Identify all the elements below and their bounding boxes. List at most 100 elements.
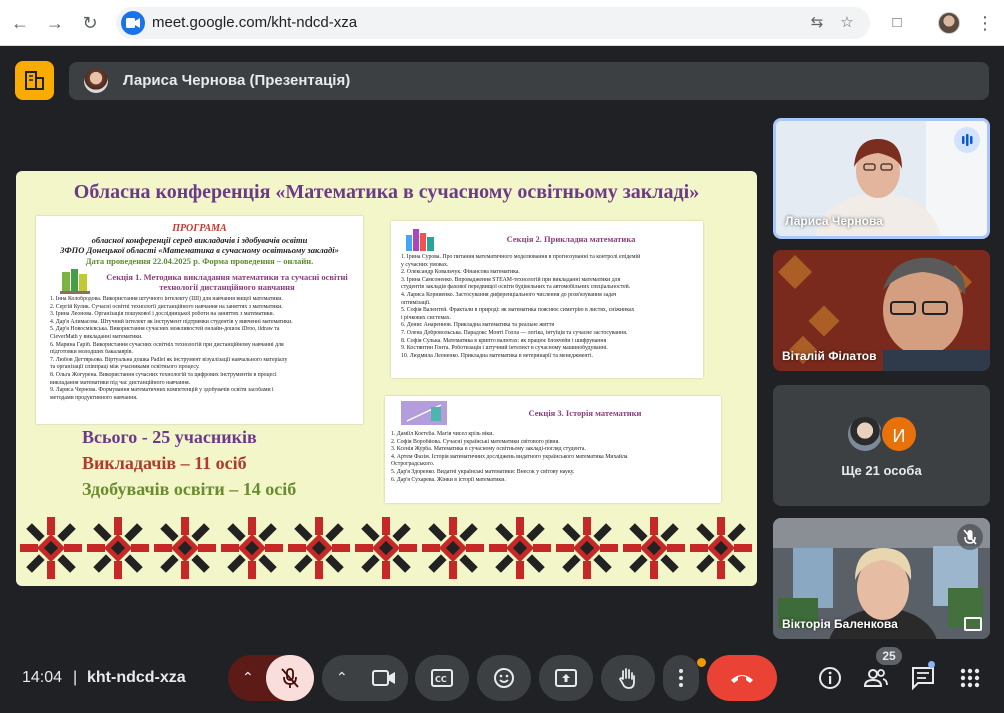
program-date: Дата проведення 22.04.2025 р. Форма пров… — [85, 256, 314, 266]
people-icon[interactable] — [863, 665, 889, 691]
more-vert-icon — [679, 669, 683, 687]
program-item: 1. Інна Колобродова. Використання штучно… — [50, 296, 283, 302]
call-end-icon — [731, 675, 753, 683]
profile-avatar[interactable] — [938, 12, 960, 34]
meet-site-icon[interactable] — [121, 11, 145, 35]
program-item: оптимізації. — [401, 299, 431, 306]
pip-icon[interactable] — [964, 617, 982, 631]
chevron-up-icon[interactable]: ⌃ — [336, 669, 348, 686]
presenter-label: Лариса Чернова (Презентація) — [123, 72, 351, 89]
program-line-2: ЗФПО Донецької області «Математика в суч… — [60, 245, 339, 255]
program-item: 3. Ірина Леонова. Організація пошукової … — [50, 311, 275, 318]
raise-hand-button[interactable] — [601, 655, 655, 701]
program-item: 5. Софія Валентей. Фрактали в природі: я… — [401, 307, 635, 314]
presenter-avatar — [84, 69, 108, 93]
captions-button[interactable]: CC — [415, 655, 469, 701]
clock-time: 14:04 — [22, 669, 63, 686]
embroidery-ornament — [221, 517, 283, 579]
audio-options-button[interactable]: ⌃ — [228, 655, 314, 701]
camera-toggle-button[interactable] — [360, 655, 408, 701]
program-item: 6. Дар'я Сухарева. Жінки в історії матем… — [391, 476, 506, 483]
chevron-up-icon[interactable]: ⌃ — [242, 669, 254, 686]
program-item: 1. Ірина Сурова. Про питання математично… — [401, 254, 641, 260]
embroidery-ornament — [20, 517, 82, 579]
program-item: та організації співпраці між учасниками … — [50, 364, 200, 371]
extensions-icon[interactable]: □ — [888, 14, 906, 32]
participant-tile-speaker[interactable]: Лариса Чернова — [773, 118, 990, 239]
participant-avatar — [846, 415, 884, 453]
program-item: 5. Дар'я Здоренко. Видатні українські ма… — [391, 468, 575, 475]
address-bar[interactable]: meet.google.com/kht-ndcd-xza ⇆ ☆ — [116, 7, 870, 39]
section3-title: Секція 3. Історія математики — [528, 408, 642, 418]
forward-arrow-icon[interactable]: → — [44, 12, 66, 34]
program-heading: ПРОГРАМА — [172, 223, 227, 234]
program-item: викладання математики під час дистанційн… — [50, 379, 191, 386]
mic-off-icon — [281, 668, 299, 688]
embroidery-ornament — [690, 517, 752, 579]
reload-icon[interactable]: ↻ — [79, 12, 101, 34]
shared-presentation-slide: Обласна конференція «Математика в сучасн… — [16, 171, 757, 586]
leave-call-button[interactable] — [707, 655, 777, 701]
building-icon — [25, 71, 44, 90]
section2-card: Секція 2. Прикладна математика 1. Ірина … — [391, 221, 703, 378]
slide-title: Обласна конференція «Математика в сучасн… — [73, 181, 700, 203]
program-item: і річкових системах. — [401, 314, 451, 321]
present-to-all-icon — [555, 669, 577, 687]
section3-list: 1. Даміїл Коєтєба. Магія чисел крізь вік… — [391, 431, 717, 484]
program-item: 4. Артем Фазім. Історія математичних дос… — [391, 453, 628, 460]
lab-tools-icon — [406, 229, 434, 251]
meeting-info-icon[interactable] — [817, 665, 843, 691]
program-item: студентів закладів фахової передвищої ос… — [401, 284, 631, 291]
chat-unread-dot — [928, 661, 935, 668]
geometry-board-icon — [401, 401, 447, 425]
participant-tile[interactable]: Віталій Філатов — [773, 250, 990, 371]
back-arrow-icon[interactable]: ← — [9, 12, 31, 34]
present-screen-button[interactable] — [539, 655, 593, 701]
chat-icon[interactable] — [910, 665, 936, 691]
participant-name: Віталій Філатов — [782, 349, 877, 363]
reactions-button[interactable] — [477, 655, 531, 701]
bookmark-star-icon[interactable]: ☆ — [838, 14, 856, 32]
embroidery-ornament — [489, 517, 551, 579]
more-participants-label: Ще 21 особа — [841, 463, 922, 478]
meet-window: ← → ↻ meet.google.com/kht-ndcd-xza ⇆ ☆ □… — [0, 0, 1004, 713]
embroidery-ornament — [154, 517, 216, 579]
notification-dot — [697, 658, 706, 667]
participant-tile[interactable]: Вікторія Баленкова — [773, 518, 990, 639]
meet-activities-button[interactable] — [15, 61, 54, 100]
program-item: 9. Лариса Чернова. Формування математичн… — [50, 387, 274, 394]
participant-name: Вікторія Баленкова — [782, 617, 898, 631]
mic-toggle-button[interactable] — [266, 655, 314, 701]
program-item: 7. Олена Добровольська. Парадокс Монті Г… — [401, 329, 628, 336]
embroidery-ornament — [556, 517, 618, 579]
kebab-menu-icon[interactable]: ⋮ — [976, 12, 994, 34]
participant-initial-avatar: И — [880, 415, 918, 453]
embroidery-ornament — [355, 517, 417, 579]
participant-name: Лариса Чернова — [785, 214, 883, 228]
program-item: 1. Даміїл Коєтєба. Магія чисел крізь вік… — [391, 431, 494, 437]
program-item: 8. Ольга Жогурена. Використання сучасних… — [50, 371, 277, 378]
section2-list: 1. Ірина Сурова. Про питання математично… — [401, 254, 697, 360]
video-options-button[interactable]: ⌃ — [322, 655, 408, 701]
people-count-badge: 25 — [876, 647, 902, 665]
program-item: 2. Софія Воробйова. Сучасні українські м… — [391, 438, 560, 445]
section1-list: 1. Інна Колобродова. Використання штучно… — [50, 296, 360, 402]
svg-text:CC: CC — [435, 675, 447, 684]
more-options-button[interactable] — [663, 655, 699, 701]
program-item: 2. Сергій Кулик. Сучасні освітні техноло… — [50, 303, 283, 310]
section2-title: Секція 2. Прикладна математика — [506, 234, 636, 244]
videocam-icon — [372, 670, 395, 686]
program-item: 6. Денис Анареннов. Прикладна математика… — [401, 322, 555, 329]
more-participants-tile[interactable]: И Ще 21 особа — [773, 385, 990, 506]
summary-teachers: Викладачів – 11 осіб — [82, 453, 247, 473]
program-item: 9. Костянтин Гонта. Роботизація і штучни… — [401, 345, 608, 352]
program-card: ПРОГРАМА обласної конференції серед викл… — [36, 216, 363, 424]
program-line-1: обласної конференції серед викладачів і … — [91, 235, 308, 245]
url-text: meet.google.com/kht-ndcd-xza — [152, 14, 358, 31]
program-item: підготовки молодших бакалаврів. — [50, 349, 133, 356]
presentation-banner[interactable]: Лариса Чернова (Презентація) — [69, 62, 989, 100]
activities-grid-icon[interactable] — [957, 665, 983, 691]
embroidery-ornament — [623, 517, 685, 579]
raise-hand-icon — [618, 668, 635, 689]
translate-icon[interactable]: ⇆ — [808, 14, 826, 32]
